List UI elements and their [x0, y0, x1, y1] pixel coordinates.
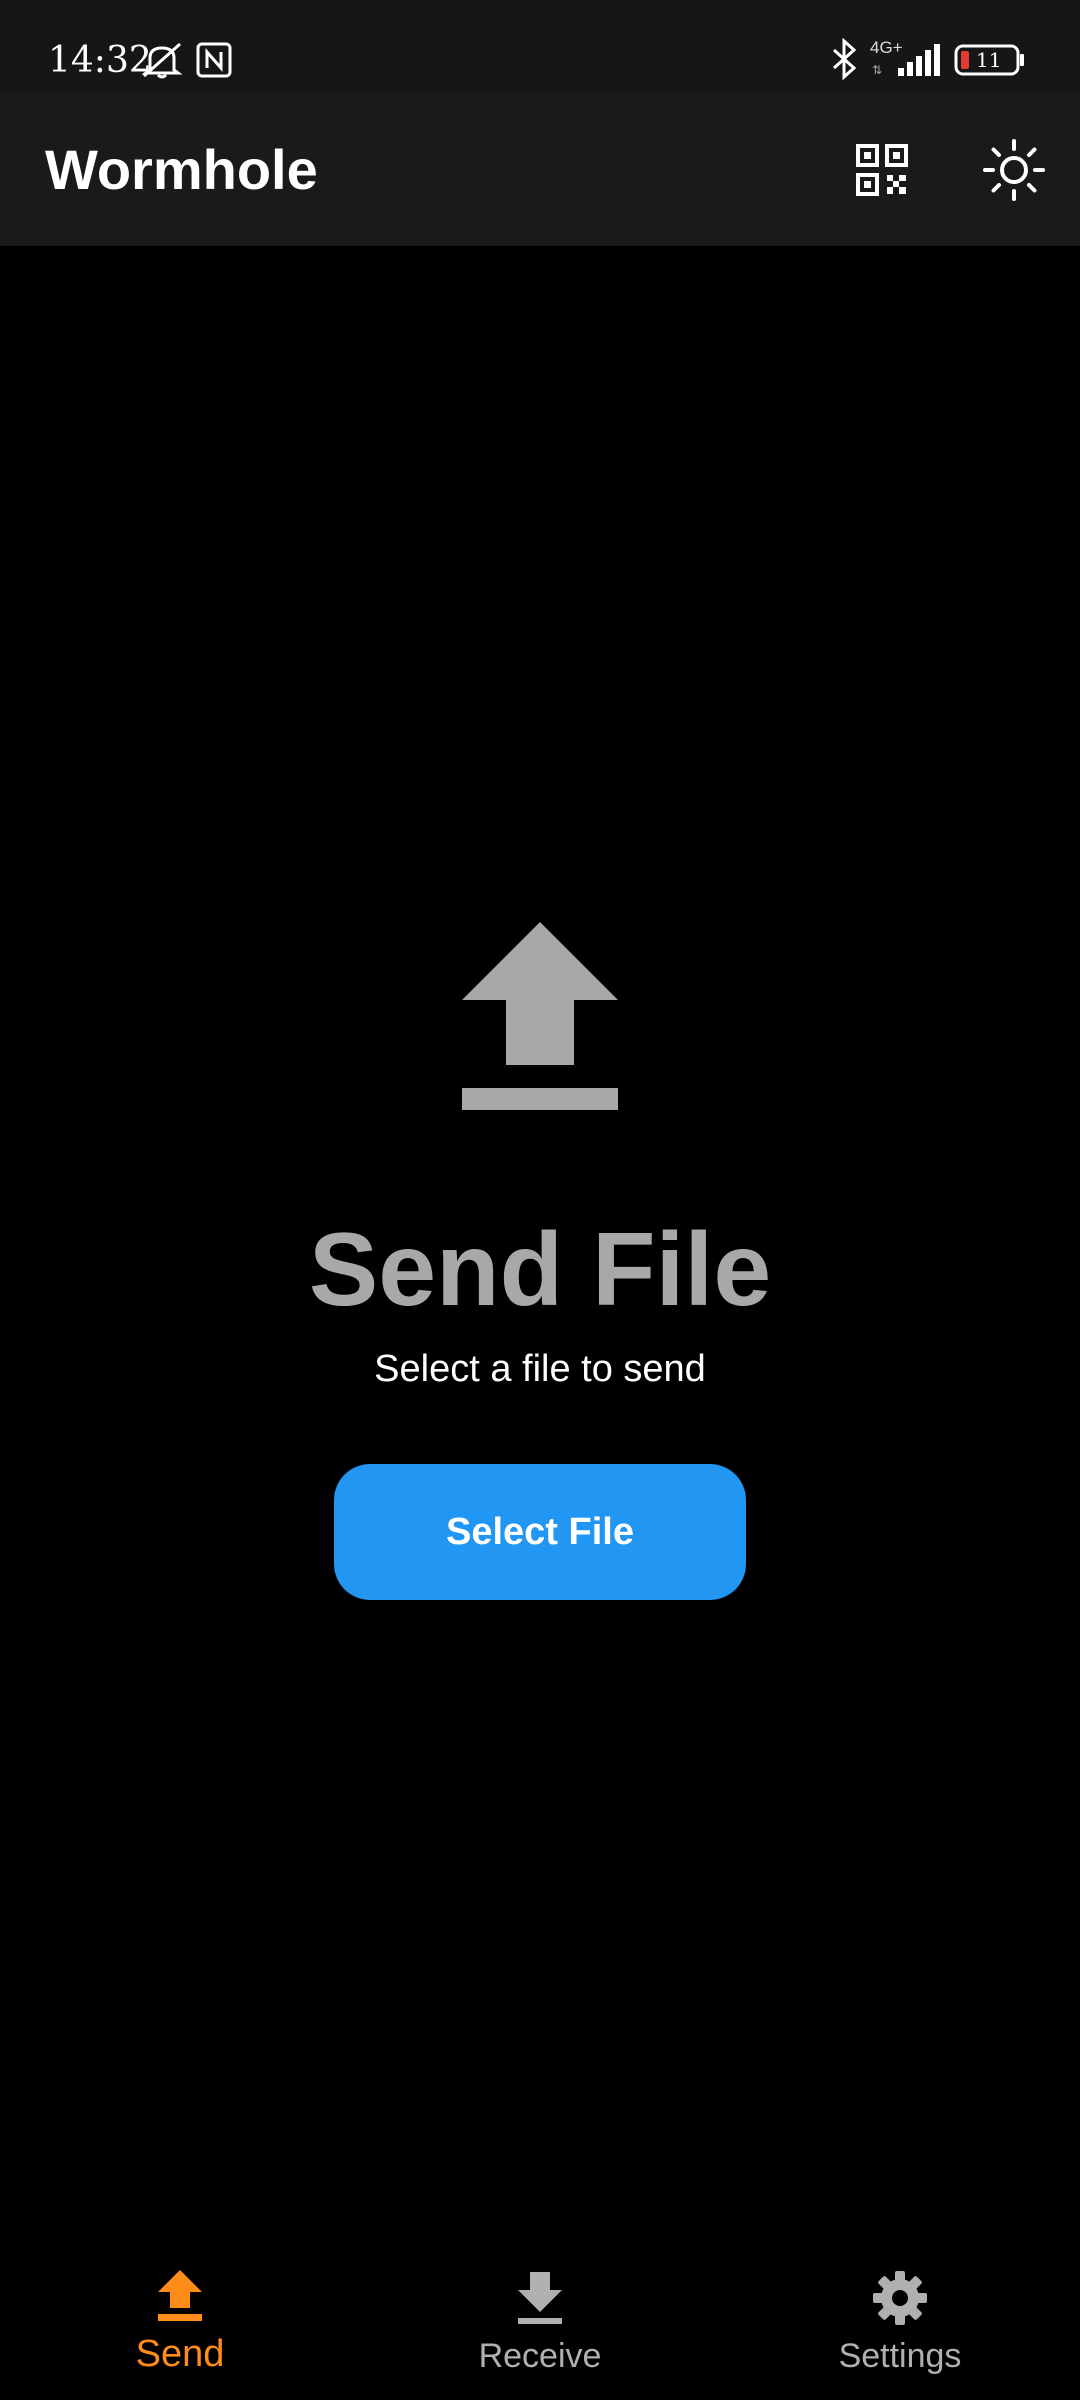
- upload-icon: [158, 2270, 202, 2321]
- status-bar: 14:32 4G+ ⇅ 11: [0, 0, 1080, 94]
- qr-code-button[interactable]: [840, 128, 924, 212]
- select-file-button[interactable]: Select File: [334, 1464, 746, 1600]
- nfc-icon: [196, 42, 232, 78]
- nav-item-receive[interactable]: Receive: [360, 2246, 720, 2400]
- upload-icon: [462, 922, 618, 1110]
- signal-strength-icon: ⇅: [872, 44, 940, 77]
- brightness-icon: [983, 139, 1045, 201]
- gear-icon: [873, 2271, 927, 2325]
- qr-code-icon: [856, 144, 908, 196]
- nav-item-send[interactable]: Send: [0, 2246, 360, 2400]
- status-time: 14:32: [48, 40, 152, 81]
- battery-level: 11: [976, 48, 1002, 72]
- svg-text:⇅: ⇅: [872, 63, 882, 77]
- bluetooth-icon: [832, 38, 857, 80]
- theme-toggle-button[interactable]: [972, 128, 1056, 212]
- download-icon: [518, 2272, 562, 2324]
- page-subtitle: Select a file to send: [374, 1348, 706, 1390]
- send-panel: Send File Select a file to send Select F…: [0, 246, 1080, 2246]
- mute-notifications-icon: [141, 42, 183, 79]
- nav-label-send: Send: [135, 2333, 225, 2375]
- nav-label-receive: Receive: [478, 2337, 602, 2375]
- app-screen: 14:32 4G+ ⇅ 11 Wormhole Send File Select…: [0, 0, 1080, 2400]
- nav-item-settings[interactable]: Settings: [720, 2246, 1080, 2400]
- page-title: Send File: [308, 1212, 772, 1328]
- nav-label-settings: Settings: [838, 2337, 962, 2375]
- app-title: Wormhole: [45, 138, 318, 201]
- app-bar: Wormhole: [0, 94, 1080, 246]
- bottom-navigation: Send Receive Settings: [0, 2246, 1080, 2400]
